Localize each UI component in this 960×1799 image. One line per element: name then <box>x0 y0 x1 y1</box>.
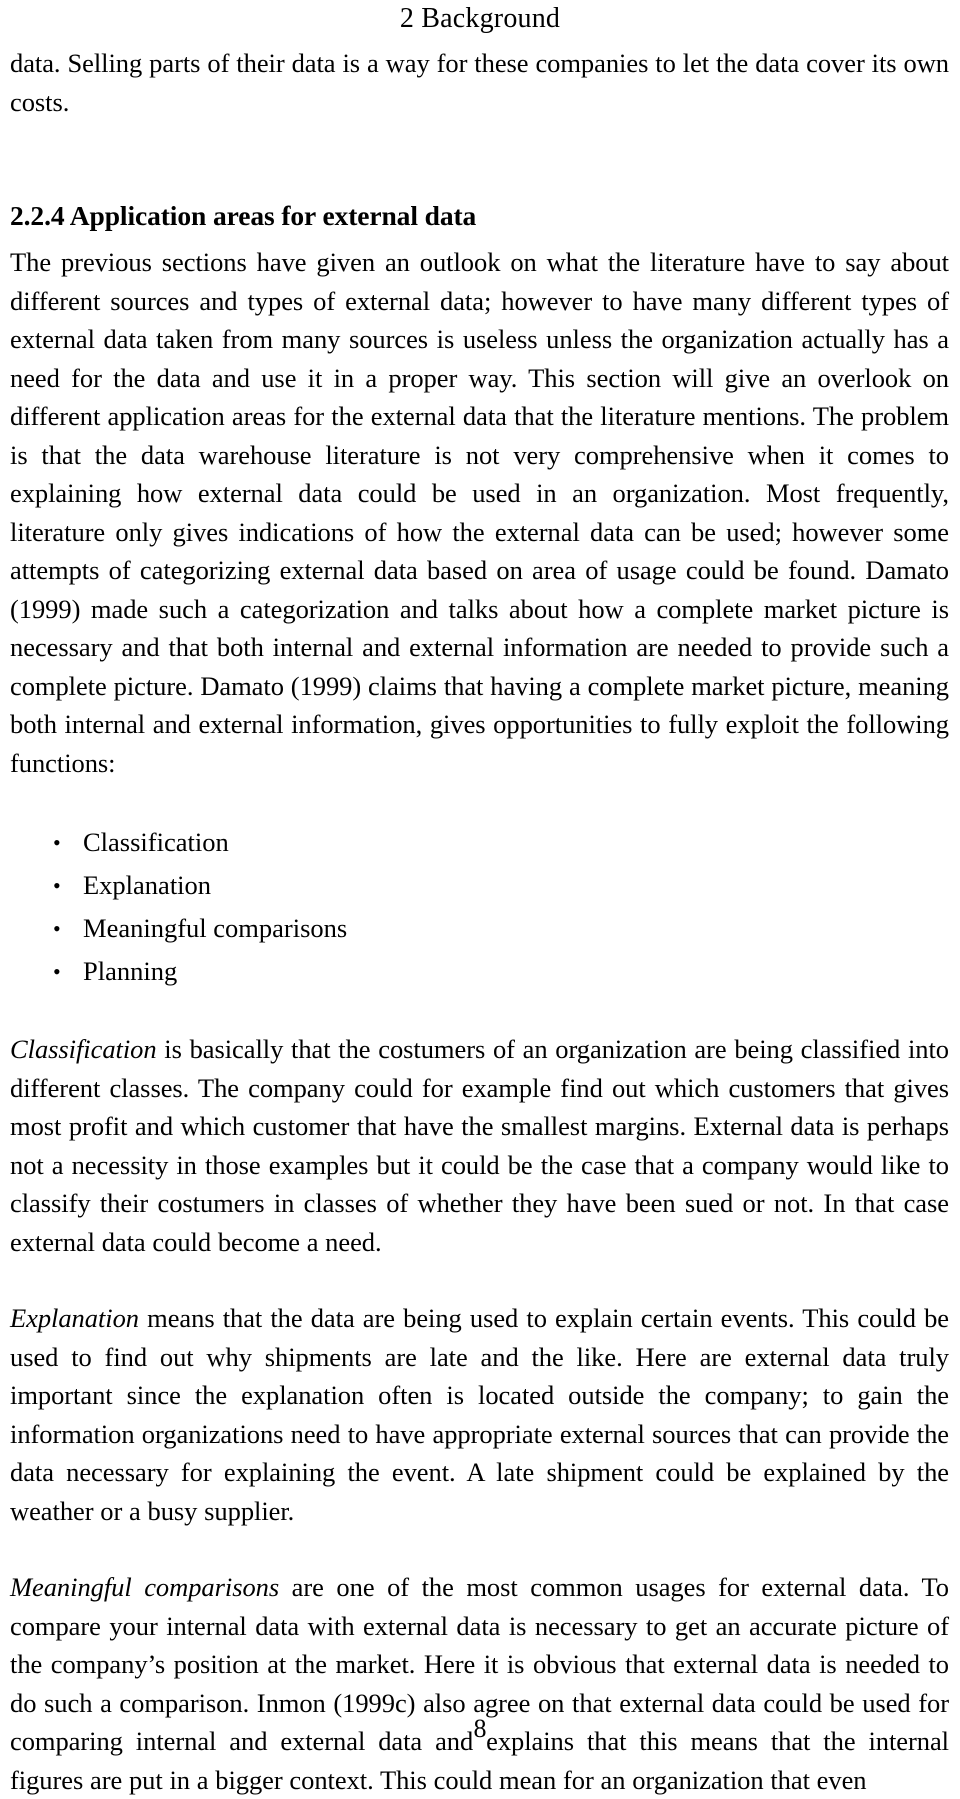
function-bullet-list: • Classification • Explanation • Meaning… <box>10 828 949 986</box>
list-item: • Planning <box>10 957 949 986</box>
continued-paragraph: data. Selling parts of their data is a w… <box>10 48 949 117</box>
definition-term: Explanation <box>10 1303 139 1333</box>
text-column: data. Selling parts of their data is a w… <box>10 44 949 1799</box>
list-item: • Explanation <box>10 871 949 900</box>
running-header: 2 Background <box>399 3 561 34</box>
definition-paragraph-explanation: Explanation means that the data are bein… <box>10 1299 949 1530</box>
list-item: • Meaningful comparisons <box>10 914 949 943</box>
spacer-paragraph <box>10 1261 949 1299</box>
list-item-label: Classification <box>83 827 229 857</box>
page-number: 8 <box>473 1714 487 1743</box>
list-item-label: Planning <box>83 956 178 986</box>
section-intro-paragraph: The previous sections have given an outl… <box>10 247 949 778</box>
spacer-paragraph <box>10 1530 949 1568</box>
definition-term: Meaningful comparisons <box>10 1572 280 1602</box>
bullet-icon: • <box>53 916 61 941</box>
spacer-before-list <box>10 782 949 828</box>
definition-paragraph-classification: Classification is basically that the cos… <box>10 1030 949 1261</box>
section-heading: 2.2.4 Application areas for external dat… <box>10 200 477 231</box>
list-item: • Classification <box>10 828 949 857</box>
spacer-after-heading <box>10 233 949 243</box>
document-page: 2 Background data. Selling parts of thei… <box>0 0 960 1795</box>
definition-term: Classification <box>10 1034 157 1064</box>
definition-text: means that the data are being used to ex… <box>10 1303 949 1526</box>
bullet-icon: • <box>53 830 61 855</box>
definition-paragraph-meaningful-comparisons: Meaningful comparisons are one of the mo… <box>10 1568 949 1799</box>
bullet-icon: • <box>53 873 61 898</box>
spacer-before-heading <box>10 121 949 199</box>
spacer-after-list <box>10 986 949 1030</box>
definition-text: are one of the most common usages for ex… <box>10 1572 949 1795</box>
list-item-label: Meaningful comparisons <box>83 913 348 943</box>
list-item-label: Explanation <box>83 870 212 900</box>
definition-text: is basically that the costumers of an or… <box>10 1034 949 1257</box>
bullet-icon: • <box>53 959 61 984</box>
